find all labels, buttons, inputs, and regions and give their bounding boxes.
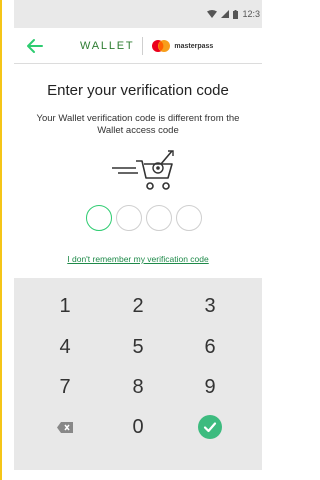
signal-icon <box>221 10 230 18</box>
phone-screen: 12:3 WALLET masterpass Enter your verifi… <box>14 0 262 470</box>
left-frame-border <box>0 0 2 480</box>
wifi-icon <box>207 10 218 18</box>
delete-key[interactable] <box>35 409 95 445</box>
key-4[interactable]: 4 <box>35 329 95 365</box>
battery-icon <box>233 9 239 19</box>
key-7[interactable]: 7 <box>35 369 95 405</box>
back-arrow-icon[interactable] <box>26 38 44 54</box>
confirm-key[interactable] <box>180 409 240 445</box>
key-6[interactable]: 6 <box>180 329 240 365</box>
mastercard-icon <box>152 40 171 52</box>
app-header: WALLET masterpass <box>14 28 262 64</box>
key-8[interactable]: 8 <box>108 369 168 405</box>
key-9[interactable]: 9 <box>180 369 240 405</box>
key-3[interactable]: 3 <box>180 288 240 324</box>
backspace-icon <box>57 421 73 433</box>
check-icon <box>198 415 222 439</box>
status-time: 12:3 <box>242 9 260 19</box>
key-1[interactable]: 1 <box>35 288 95 324</box>
key-0[interactable]: 0 <box>108 409 168 445</box>
code-dot <box>86 205 112 231</box>
code-dot <box>146 205 172 231</box>
numeric-keypad: 1 2 3 4 5 6 7 8 9 0 <box>14 278 262 470</box>
page-subtitle: Your Wallet verification code is differe… <box>36 113 240 136</box>
key-2[interactable]: 2 <box>108 288 168 324</box>
brand-divider <box>142 37 144 55</box>
code-dot <box>176 205 202 231</box>
status-icons: 12:3 <box>207 9 262 19</box>
masterpass-text: masterpass <box>174 42 214 50</box>
forgot-code-link[interactable]: I don't remember my verification code <box>14 254 262 264</box>
key-5[interactable]: 5 <box>108 329 168 365</box>
code-dot <box>116 205 142 231</box>
brand-wallet-text: WALLET <box>80 40 135 52</box>
page-title: Enter your verification code <box>47 82 229 99</box>
brand-logo: WALLET masterpass <box>80 36 213 56</box>
code-entry-dots <box>86 205 216 231</box>
shopping-cart-fast-icon <box>112 150 174 190</box>
status-bar: 12:3 <box>14 0 262 28</box>
